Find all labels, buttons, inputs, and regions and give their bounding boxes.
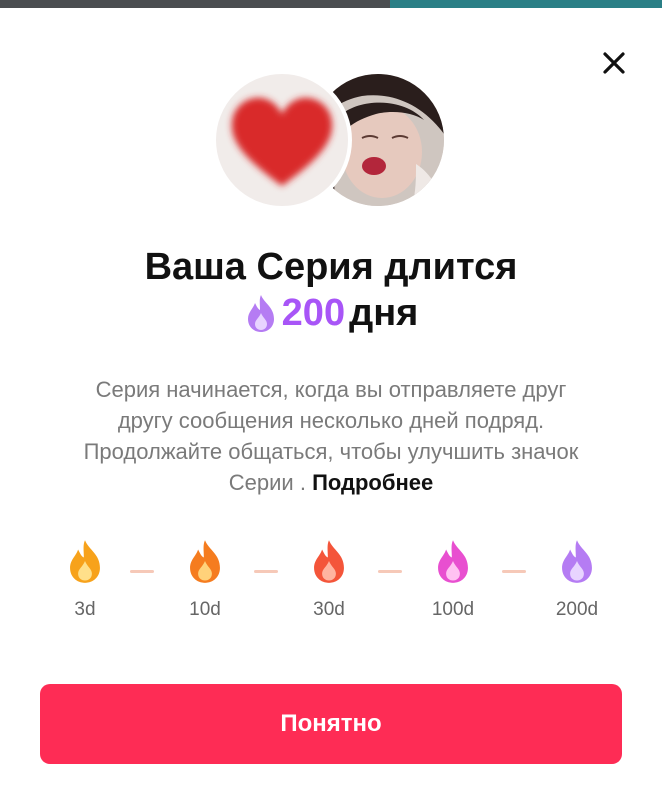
milestone-separator [502,570,526,573]
milestone-separator [130,570,154,573]
milestone-label: 3d [74,599,96,620]
milestone-label: 200d [555,599,599,620]
heart-icon [231,97,333,186]
milestone-label: 10d [189,599,221,620]
confirm-button[interactable]: Понятно [40,684,622,764]
red-flame-icon [314,540,344,583]
milestone-label: 30d [313,599,345,620]
purple-flame-icon [562,540,592,583]
milestone-separator [378,570,402,573]
close-icon [603,52,625,74]
close-button[interactable] [595,44,633,82]
streak-title-line1: Ваша Серия длится [144,246,518,288]
flame-icon [190,540,220,583]
orange-flame-icon [70,540,100,583]
milestone-200d: 200d [542,538,612,621]
pink-flame-icon [438,540,468,583]
milestone-100d: 100d [418,538,488,621]
streak-unit: дня [349,292,419,334]
streak-dialog: Ваша Серия длится 200 дня Серия начинает… [0,8,662,800]
avatar-heart [212,70,352,210]
background-app-strip-accent [390,0,662,8]
milestone-10d: 10d [170,538,240,621]
milestone-label: 100d [431,599,475,620]
streak-milestones: 3d 10d 30d 100d 200d [50,538,610,628]
learn-more-link[interactable]: Подробнее [312,470,433,495]
milestone-separator [254,570,278,573]
streak-description: Серия начинается, когда вы отправляете д… [70,374,592,498]
milestone-3d: 3d [50,538,120,621]
streak-title: Ваша Серия длится 200 дня [0,244,662,336]
milestone-30d: 30d [294,538,364,621]
streak-count: 200 [281,292,346,334]
purple-flame-icon [247,295,274,332]
avatar-pair [212,66,452,216]
